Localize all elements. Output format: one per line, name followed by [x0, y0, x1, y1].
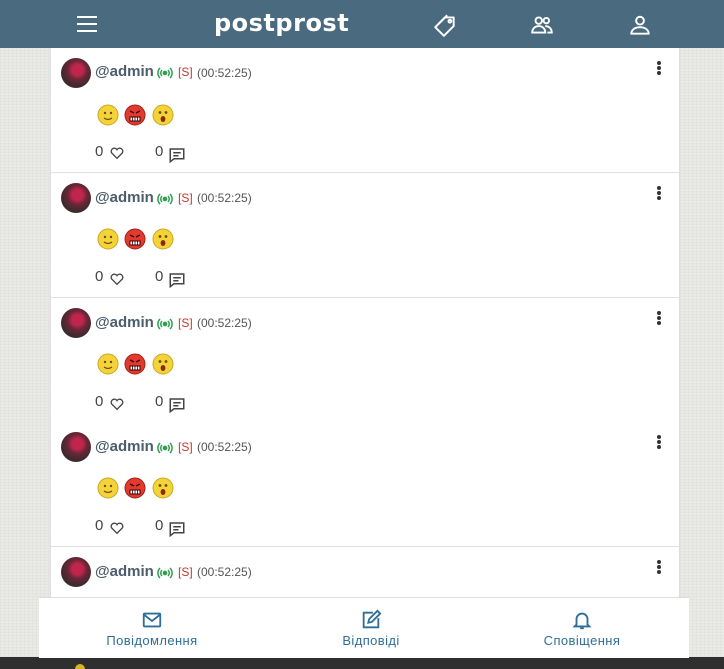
- more-vert-icon[interactable]: [655, 310, 663, 328]
- like-count: 0: [95, 268, 104, 285]
- top-app-bar: postprost: [0, 0, 724, 48]
- like-count: 0: [95, 143, 104, 160]
- footer-indicator: [75, 664, 85, 669]
- bell-icon: [572, 612, 592, 630]
- broadcast-icon: [157, 193, 173, 205]
- post-card: @admin [S] (00:52:25) 0 0: [51, 173, 679, 298]
- post-tag[interactable]: [S]: [178, 65, 193, 79]
- post-author[interactable]: @admin: [95, 189, 154, 206]
- comment-count: 0: [155, 143, 164, 160]
- avatar[interactable]: [61, 432, 91, 462]
- post-author[interactable]: @admin: [95, 563, 154, 580]
- post-author[interactable]: @admin: [95, 438, 154, 455]
- footer-strip: [0, 657, 724, 669]
- post-tag[interactable]: [S]: [178, 191, 193, 205]
- post-time: (00:52:25): [197, 66, 252, 80]
- heart-outline-icon[interactable]: [109, 271, 125, 287]
- nav-replies[interactable]: Відповіді: [321, 598, 421, 658]
- comment-icon[interactable]: [168, 146, 186, 164]
- edit-note-icon: [362, 609, 382, 629]
- hamburger-menu-icon[interactable]: [74, 12, 100, 36]
- comment-count: 0: [155, 268, 164, 285]
- surprised-emoji-icon: [152, 477, 174, 499]
- avatar[interactable]: [61, 308, 91, 338]
- like-count: 0: [95, 393, 104, 410]
- post-time: (00:52:25): [197, 440, 252, 454]
- angry-emoji-icon: [124, 104, 146, 126]
- broadcast-icon: [157, 442, 173, 454]
- profile-icon[interactable]: [627, 12, 653, 38]
- like-count: 0: [95, 517, 104, 534]
- tags-icon[interactable]: [432, 12, 458, 38]
- avatar[interactable]: [61, 557, 91, 587]
- heart-outline-icon[interactable]: [109, 520, 125, 536]
- heart-outline-icon[interactable]: [109, 145, 125, 161]
- post-tag[interactable]: [S]: [178, 316, 193, 330]
- surprised-emoji-icon: [152, 104, 174, 126]
- surprised-emoji-icon: [152, 353, 174, 375]
- post-author[interactable]: @admin: [95, 314, 154, 331]
- nav-messages[interactable]: Повідомлення: [97, 598, 207, 658]
- post-tag[interactable]: [S]: [178, 565, 193, 579]
- angry-emoji-icon: [124, 477, 146, 499]
- post-author[interactable]: @admin: [95, 63, 154, 80]
- smile-emoji-icon: [97, 228, 119, 250]
- smile-emoji-icon: [97, 477, 119, 499]
- smile-emoji-icon: [97, 104, 119, 126]
- angry-emoji-icon: [124, 228, 146, 250]
- post-card: @admin [S] (00:52:25) 0 0: [51, 48, 679, 173]
- comment-icon[interactable]: [168, 271, 186, 289]
- angry-emoji-icon: [124, 353, 146, 375]
- more-vert-icon[interactable]: [655, 559, 663, 577]
- comment-count: 0: [155, 393, 164, 410]
- comment-count: 0: [155, 517, 164, 534]
- nav-messages-label: Повідомлення: [106, 633, 198, 648]
- surprised-emoji-icon: [152, 228, 174, 250]
- more-vert-icon[interactable]: [655, 434, 663, 452]
- post-time: (00:52:25): [197, 565, 252, 579]
- broadcast-icon: [157, 318, 173, 330]
- bottom-navigation: Повідомлення Відповіді Сповіщення: [39, 597, 689, 658]
- broadcast-icon: [157, 67, 173, 79]
- post-time: (00:52:25): [197, 191, 252, 205]
- nav-notifications[interactable]: Сповіщення: [537, 598, 627, 658]
- broadcast-icon: [157, 567, 173, 579]
- post-card: @admin [S] (00:52:25) 0 0: [51, 298, 679, 423]
- post-tag[interactable]: [S]: [178, 440, 193, 454]
- avatar[interactable]: [61, 58, 91, 88]
- people-icon[interactable]: [529, 12, 555, 38]
- comment-icon[interactable]: [168, 396, 186, 414]
- heart-outline-icon[interactable]: [109, 396, 125, 412]
- smile-emoji-icon: [97, 353, 119, 375]
- mail-icon: [142, 612, 162, 628]
- nav-replies-label: Відповіді: [342, 633, 400, 648]
- app-logo[interactable]: postprost: [214, 9, 349, 37]
- more-vert-icon[interactable]: [655, 185, 663, 203]
- post-feed[interactable]: @admin [S] (00:52:25) 0 0 @admin [S] (00…: [50, 48, 680, 608]
- comment-icon[interactable]: [168, 520, 186, 538]
- post-card: @admin [S] (00:52:25) 0 0: [51, 422, 679, 547]
- avatar[interactable]: [61, 183, 91, 213]
- nav-notifications-label: Сповіщення: [543, 633, 621, 648]
- more-vert-icon[interactable]: [655, 60, 663, 78]
- post-time: (00:52:25): [197, 316, 252, 330]
